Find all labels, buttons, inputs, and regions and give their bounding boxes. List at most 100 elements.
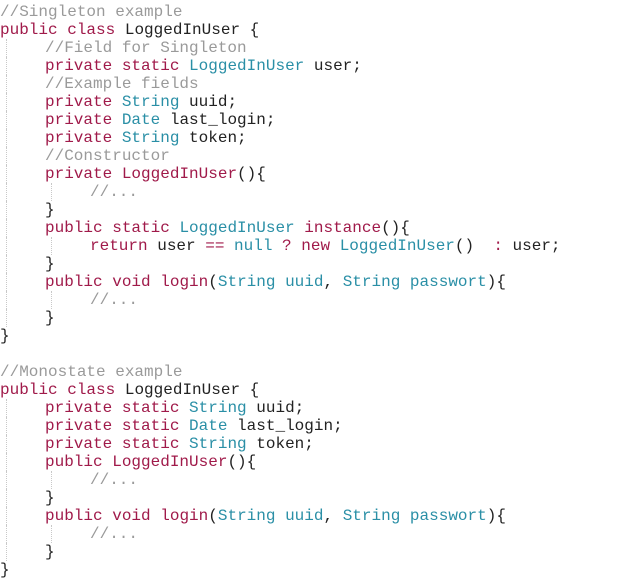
code-token-keyword: private	[45, 417, 113, 435]
indent-guide	[6, 453, 7, 471]
code-line: private static Date last_login;	[0, 417, 617, 435]
code-token-comment: //Field for Singleton	[45, 39, 247, 57]
code-token-plain: }	[45, 201, 55, 219]
indent-guide	[6, 399, 7, 417]
code-text: public void login(String uuid, String pa…	[45, 273, 506, 291]
code-token-type: Date	[121, 111, 161, 129]
code-line: public class LoggedInUser {	[0, 21, 617, 39]
code-token-keyword: private	[45, 57, 113, 75]
code-token-plain: ){	[486, 507, 506, 525]
code-token-keyword: public	[45, 219, 103, 237]
code-text: //...	[90, 291, 138, 309]
code-text: private static String token;	[45, 435, 314, 453]
code-line: public void login(String uuid, String pa…	[0, 273, 617, 291]
code-text: return user == null ? new LoggedInUser()…	[90, 237, 561, 255]
code-token-comment: //...	[90, 471, 139, 489]
indent-guide	[6, 111, 7, 129]
code-token-plain: (){	[237, 165, 266, 183]
code-line: //Field for Singleton	[0, 39, 617, 57]
code-token-plain: }	[45, 309, 55, 327]
code-token-keyword: static	[121, 417, 180, 435]
code-text: private static LoggedInUser user;	[45, 57, 362, 75]
code-token-plain: ()	[454, 237, 484, 255]
indent-guide	[51, 291, 52, 309]
code-token-keyword: ==	[205, 237, 225, 255]
indent-guide	[6, 309, 7, 327]
code-token-type: uuid	[285, 507, 324, 525]
code-token-type: String	[189, 399, 247, 417]
indent-guide	[6, 165, 7, 183]
code-token-keyword: new	[301, 237, 331, 255]
code-text: }	[45, 309, 55, 327]
code-text: public class LoggedInUser {	[0, 21, 259, 39]
code-token-keyword: public	[45, 273, 103, 291]
code-token-keyword: public	[45, 507, 103, 525]
code-text: public static LoggedInUser instance(){	[45, 219, 410, 237]
code-token-keyword: public	[45, 453, 103, 471]
code-token-plain: }	[45, 543, 55, 561]
code-token-plain: }	[45, 255, 55, 273]
code-token-comment: //Example fields	[45, 75, 199, 93]
code-token-plain: LoggedInUser {	[115, 21, 260, 39]
code-text: //Constructor	[45, 147, 170, 165]
indent-guide	[6, 237, 7, 255]
code-token-type: String	[121, 129, 180, 147]
code-token-keyword: class	[67, 21, 116, 39]
code-token-keyword: class	[67, 381, 116, 399]
code-line: public LoggedInUser(){	[0, 453, 617, 471]
code-token-keyword: :	[483, 237, 503, 255]
code-token-keyword: private	[45, 399, 113, 417]
code-text: //Singleton example	[0, 3, 182, 21]
code-token-type: String	[342, 273, 401, 291]
code-token-keyword: return	[90, 237, 148, 255]
code-token-plain: }	[0, 561, 10, 579]
indent-guide	[6, 129, 7, 147]
code-token-plain: user	[147, 237, 206, 255]
indent-guide	[6, 507, 7, 525]
code-token-plain: ,	[323, 273, 343, 291]
code-text: private String uuid;	[45, 93, 237, 111]
code-token-comment: //...	[90, 183, 139, 201]
indent-guide	[6, 39, 7, 57]
code-line: private static String uuid;	[0, 399, 617, 417]
code-token-plain: (	[208, 507, 218, 525]
code-token-comment: //...	[90, 291, 139, 309]
code-text: private LoggedInUser(){	[45, 165, 266, 183]
code-line: //...	[0, 471, 617, 489]
indent-guide	[51, 237, 52, 255]
indent-guide	[6, 57, 7, 75]
code-line: //Constructor	[0, 147, 617, 165]
code-line: private String token;	[0, 129, 617, 147]
code-text: }	[0, 561, 10, 579]
code-line: private LoggedInUser(){	[0, 165, 617, 183]
code-token-comment: //Monostate example	[0, 363, 183, 381]
code-text: }	[0, 327, 10, 345]
code-token-plain: user;	[502, 237, 561, 255]
code-token-keyword: private	[45, 93, 113, 111]
code-line: return user == null ? new LoggedInUser()…	[0, 237, 617, 255]
code-line: //Monostate example	[0, 363, 617, 381]
indent-guide	[6, 219, 7, 237]
code-token-func: instance	[304, 219, 382, 237]
code-token-func: LoggedInUser	[112, 453, 228, 471]
indent-guide	[6, 525, 7, 543]
indent-guide	[6, 291, 7, 309]
code-line: public void login(String uuid, String pa…	[0, 507, 617, 525]
code-token-plain: last_login;	[160, 111, 276, 129]
code-token-keyword: public	[0, 381, 58, 399]
code-line: //...	[0, 525, 617, 543]
code-token-keyword: void	[112, 273, 151, 291]
